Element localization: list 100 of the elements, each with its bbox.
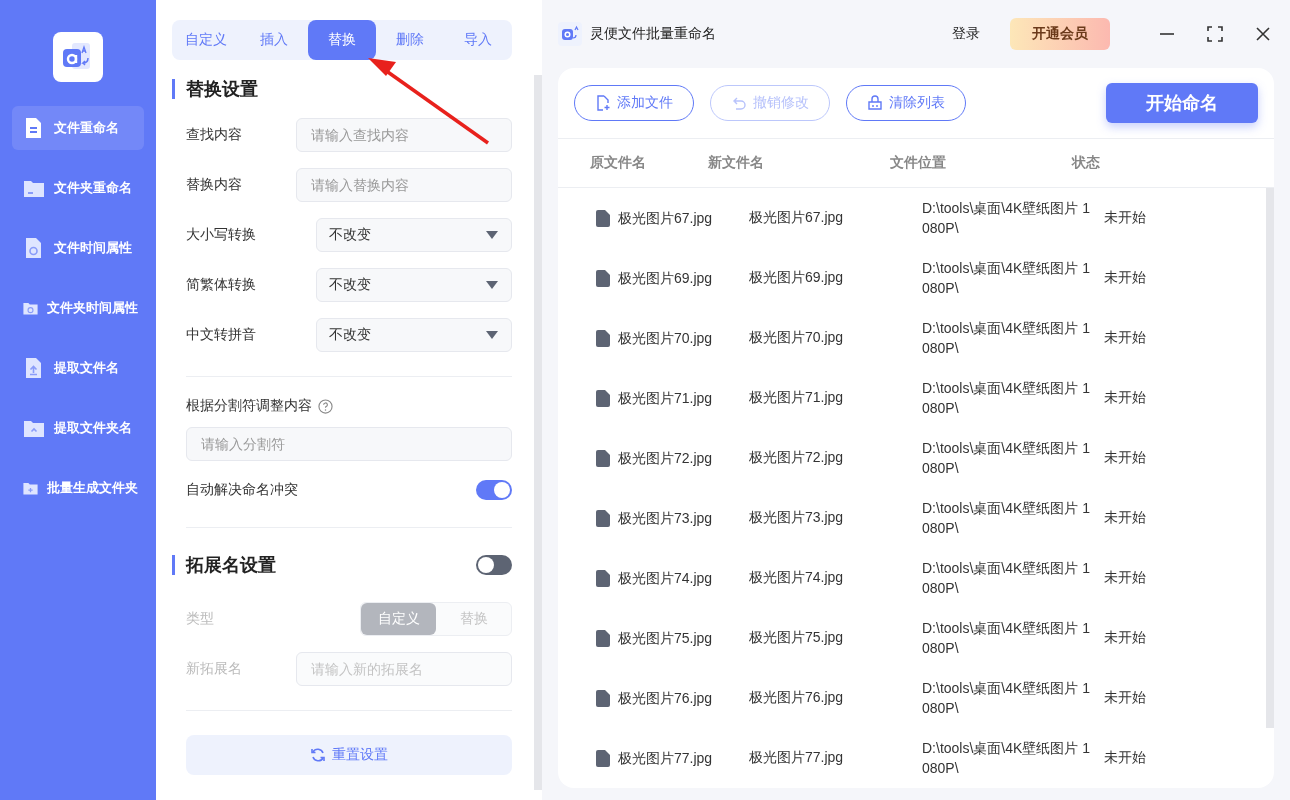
table-cell-text: 极光图片73.jpg <box>749 509 845 527</box>
section-title: 替换设置 <box>172 79 258 99</box>
sidebar-item[interactable]: 提取文件名 <box>12 346 144 390</box>
start-button[interactable]: 开始命名 <box>1106 82 1258 123</box>
dropdown[interactable]: 不改变 <box>316 268 512 302</box>
refresh-icon <box>310 747 326 763</box>
table-cell-text: D:\tools\桌面\4K壁纸图片 1080P\ <box>922 679 1092 718</box>
toolbar-button[interactable]: 添加文件 <box>574 84 694 121</box>
field-label: 大小写转换 <box>186 226 256 244</box>
toolbar-button[interactable]: 清除列表 <box>846 84 966 121</box>
field-label: 替换内容 <box>186 176 242 194</box>
table-cell-text: 极光图片71.jpg <box>618 389 714 408</box>
table-cell: 未开始 <box>1104 629 1146 647</box>
file-icon <box>596 569 610 587</box>
column-header: 新文件名 <box>708 153 765 172</box>
input-field[interactable]: 请输入替换内容 <box>296 168 512 202</box>
app-logo <box>53 32 103 82</box>
app-icon <box>558 22 582 46</box>
table-cell-text: 极光图片72.jpg <box>749 449 845 467</box>
caret-icon <box>485 330 499 340</box>
section-title: 拓展名设置 <box>172 555 276 575</box>
dropdown[interactable]: 不改变 <box>316 218 512 252</box>
field-label: 根据分割符调整内容 <box>186 397 312 415</box>
column-header: 原文件名 <box>589 153 647 172</box>
field-label: 新拓展名 <box>186 660 242 678</box>
scrollbar[interactable] <box>1266 188 1274 728</box>
field-label: 简繁体转换 <box>186 276 256 294</box>
table-cell-text: 极光图片76.jpg <box>618 689 714 708</box>
table-cell-text: 极光图片71.jpg <box>749 389 845 407</box>
table-cell: 未开始 <box>1104 329 1146 347</box>
login-button[interactable]: 登录 <box>946 24 986 44</box>
file-icon <box>596 269 610 287</box>
table-cell-text: 极光图片67.jpg <box>618 209 714 228</box>
file-icon <box>596 209 610 227</box>
tab[interactable]: 导入 <box>444 20 512 60</box>
table-cell-text: D:\tools\桌面\4K壁纸图片 1080P\ <box>922 379 1092 418</box>
sidebar-item[interactable]: 文件夹重命名 <box>12 166 144 210</box>
sidebar-item[interactable]: 批量生成文件夹 <box>12 466 144 510</box>
tab[interactable]: 插入 <box>240 20 308 60</box>
table-cell: 未开始 <box>1104 689 1146 707</box>
sidebar-item[interactable]: 文件重命名 <box>12 106 144 150</box>
membership-button[interactable]: 开通会员 <box>1010 18 1110 50</box>
dropdown[interactable]: 不改变 <box>316 318 512 352</box>
add-file-icon <box>595 94 611 111</box>
table-cell-text: 极光图片69.jpg <box>749 269 845 287</box>
table-cell: 未开始 <box>1104 749 1146 767</box>
sidebar-item[interactable]: 文件时间属性 <box>12 226 144 270</box>
window-title: 灵便文件批量重命名 <box>590 25 717 43</box>
file-icon <box>596 629 610 647</box>
table-cell-text: D:\tools\桌面\4K壁纸图片 1080P\ <box>922 499 1092 538</box>
field-label: 查找内容 <box>186 126 242 144</box>
table-cell: 未开始 <box>1104 269 1146 287</box>
toggle-switch[interactable] <box>476 480 512 500</box>
maximize-icon[interactable] <box>1204 23 1226 45</box>
table-cell-text: 极光图片77.jpg <box>618 749 714 768</box>
table-cell-text: 极光图片70.jpg <box>618 329 714 348</box>
reset-button[interactable]: 重置设置 <box>186 735 512 775</box>
caret-icon <box>485 280 499 290</box>
table-cell: 未开始 <box>1104 569 1146 587</box>
table-cell-text: 极光图片77.jpg <box>749 749 845 767</box>
table-cell-text: 极光图片70.jpg <box>749 329 845 347</box>
sidebar-item[interactable]: 文件夹时间属性 <box>12 286 144 330</box>
field-label: 自动解决命名冲突 <box>186 481 298 499</box>
file-icon <box>596 329 610 347</box>
table-cell-text: D:\tools\桌面\4K壁纸图片 1080P\ <box>922 619 1092 658</box>
help-icon[interactable] <box>318 398 333 414</box>
input-field[interactable]: 请输入查找内容 <box>296 118 512 152</box>
column-header: 状态 <box>1072 153 1101 172</box>
file-icon <box>596 449 610 467</box>
table-cell-text: D:\tools\桌面\4K壁纸图片 1080P\ <box>922 319 1092 358</box>
tab[interactable]: 删除 <box>376 20 444 60</box>
table-cell-text: 极光图片72.jpg <box>618 449 714 468</box>
scrollbar[interactable] <box>534 75 542 790</box>
input-field[interactable]: 请输入分割符 <box>186 427 512 461</box>
tab[interactable]: 自定义 <box>172 20 240 60</box>
file-icon <box>596 749 610 767</box>
caret-icon <box>485 230 499 240</box>
table-cell-text: 极光图片69.jpg <box>618 269 714 288</box>
table-cell: 未开始 <box>1104 509 1146 527</box>
table-cell-text: D:\tools\桌面\4K壁纸图片 1080P\ <box>922 439 1092 478</box>
table-cell-text: 极光图片74.jpg <box>618 569 714 588</box>
table-cell-text: 极光图片74.jpg <box>749 569 845 587</box>
table-cell-text: D:\tools\桌面\4K壁纸图片 1080P\ <box>922 259 1092 298</box>
field-label: 中文转拼音 <box>186 326 256 344</box>
table-cell: 未开始 <box>1104 389 1146 407</box>
table-cell-text: 极光图片73.jpg <box>618 509 714 528</box>
column-header: 文件位置 <box>890 153 947 172</box>
table-cell-text: 极光图片76.jpg <box>749 689 845 707</box>
file-icon <box>596 389 610 407</box>
table-cell-text: D:\tools\桌面\4K壁纸图片 1080P\ <box>922 199 1092 238</box>
table-cell-text: D:\tools\桌面\4K壁纸图片 1080P\ <box>922 739 1092 778</box>
table-cell-text: D:\tools\桌面\4K壁纸图片 1080P\ <box>922 559 1092 598</box>
tab[interactable]: 替换 <box>308 20 376 60</box>
table-cell-text: 极光图片75.jpg <box>618 629 714 648</box>
file-icon <box>596 689 610 707</box>
sidebar-item[interactable]: 提取文件夹名 <box>12 406 144 450</box>
table-cell: 未开始 <box>1104 449 1146 467</box>
file-icon <box>596 509 610 527</box>
field-label: 类型 <box>186 610 214 628</box>
table-cell-text: 极光图片75.jpg <box>749 629 845 647</box>
